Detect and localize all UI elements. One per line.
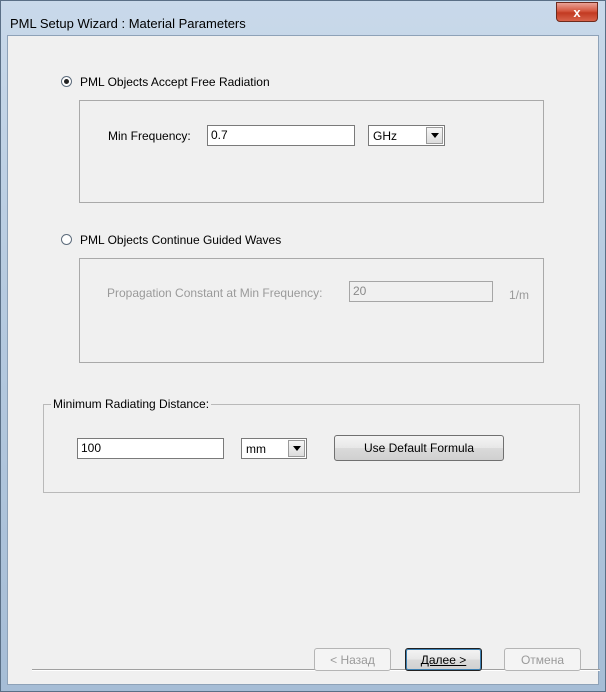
back-button[interactable]: < Назад [314, 648, 391, 671]
frequency-unit-select[interactable]: GHz [368, 125, 445, 146]
chevron-down-icon[interactable] [426, 127, 443, 144]
distance-unit-value: mm [246, 442, 266, 456]
propagation-constant-input[interactable]: 20 [349, 281, 493, 302]
next-button-label: Далее > [420, 652, 467, 667]
guided-waves-radio[interactable] [61, 234, 72, 245]
dialog-client-area: PML Objects Accept Free Radiation Min Fr… [7, 35, 600, 685]
guided-waves-label[interactable]: PML Objects Continue Guided Waves [80, 233, 281, 247]
close-icon: x [573, 4, 581, 20]
chevron-down-icon[interactable] [288, 440, 305, 457]
distance-unit-select[interactable]: mm [241, 438, 307, 459]
window-title: PML Setup Wizard : Material Parameters [10, 16, 246, 31]
close-button[interactable]: x [556, 2, 598, 22]
free-radiation-panel: Min Frequency: 0.7 GHz [79, 100, 544, 203]
guided-waves-panel: Propagation Constant at Min Frequency: 2… [79, 258, 544, 363]
min-frequency-input[interactable]: 0.7 [207, 125, 355, 146]
next-button[interactable]: Далее > [405, 648, 482, 671]
propagation-constant-label: Propagation Constant at Min Frequency: [107, 286, 323, 300]
free-radiation-radio[interactable] [61, 76, 72, 87]
free-radiation-label[interactable]: PML Objects Accept Free Radiation [80, 75, 270, 89]
min-radiating-distance-legend: Minimum Radiating Distance: [51, 397, 212, 411]
propagation-unit-label: 1/m [509, 288, 530, 302]
use-default-formula-button[interactable]: Use Default Formula [334, 435, 504, 461]
min-frequency-label: Min Frequency: [108, 129, 191, 143]
min-radiating-distance-input[interactable]: 100 [77, 438, 224, 459]
radio-selected-dot [64, 79, 69, 84]
frequency-unit-value: GHz [373, 129, 397, 143]
min-radiating-distance-group: Minimum Radiating Distance: 100 mm Use D… [43, 397, 580, 493]
cancel-button[interactable]: Отмена [504, 648, 581, 671]
